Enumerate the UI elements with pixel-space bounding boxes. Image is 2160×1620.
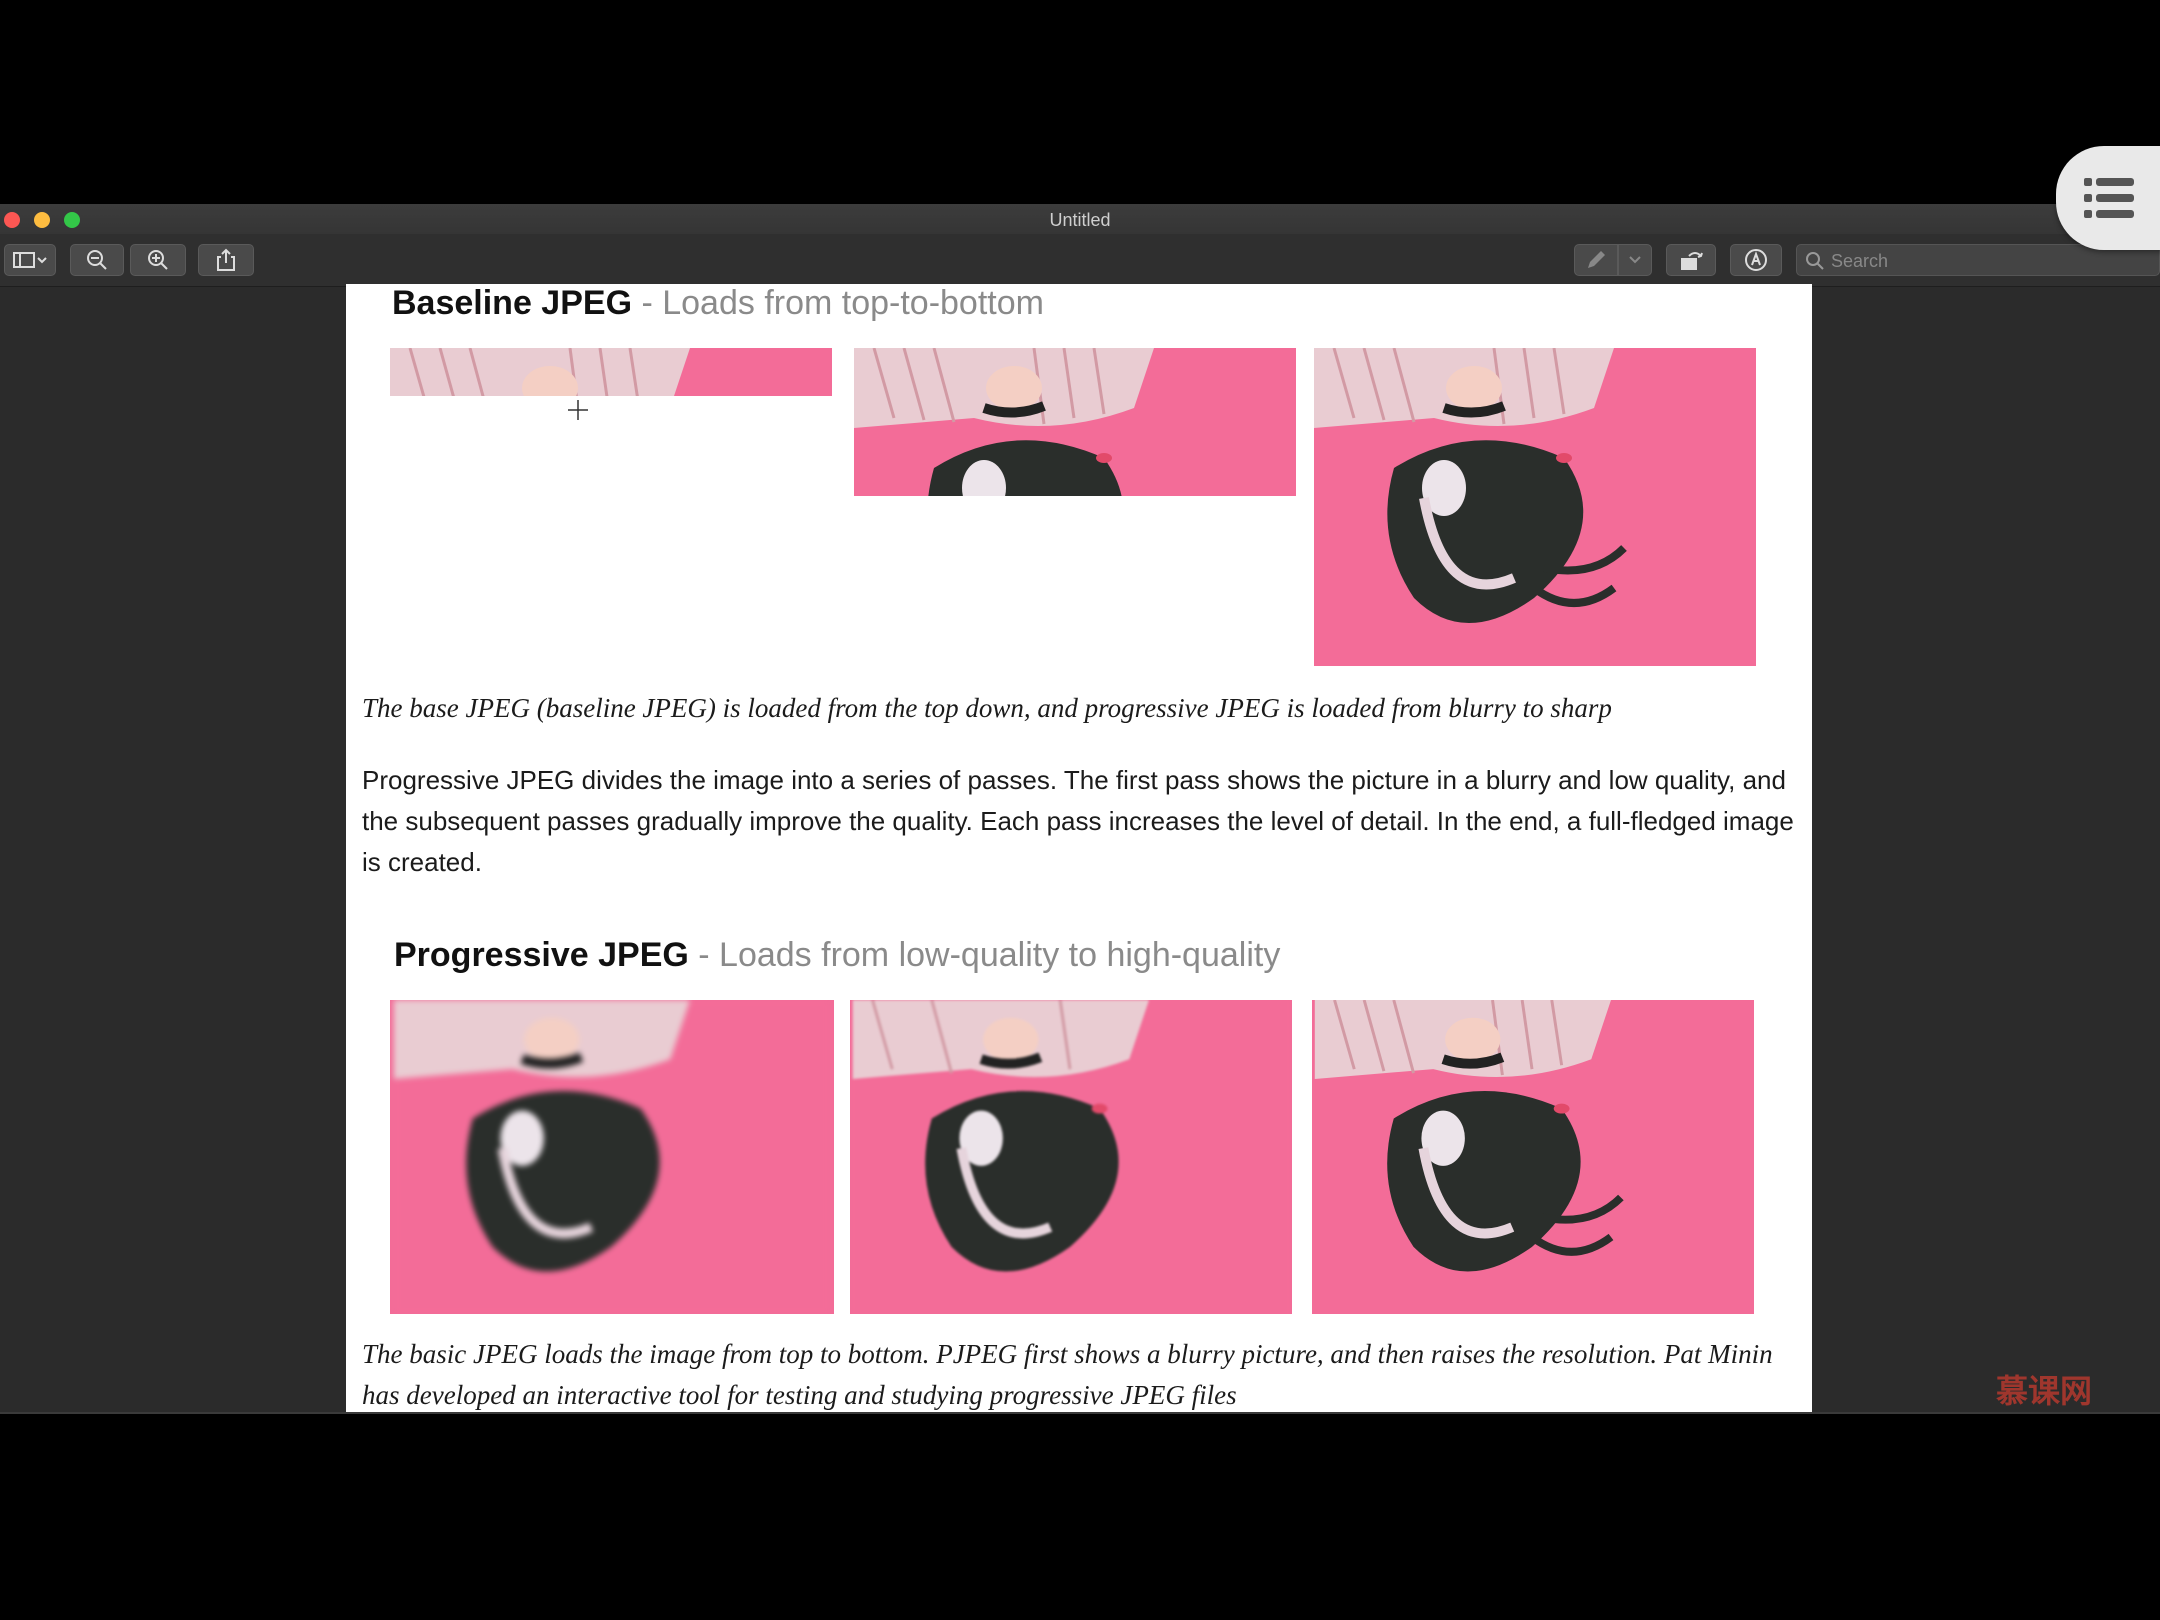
chevron-down-icon <box>1629 256 1641 264</box>
rotate-icon <box>1681 252 1703 270</box>
progressive-image-pass-1 <box>390 1000 834 1314</box>
share-icon <box>217 248 235 271</box>
baseline-title: Baseline JPEG <box>392 284 633 322</box>
baseline-image-pass-1 <box>390 348 832 396</box>
search-input[interactable] <box>1829 245 2133 277</box>
sidebar-icon <box>13 252 47 268</box>
zoom-out-button[interactable] <box>70 244 124 276</box>
baseline-image-pass-3 <box>1314 348 1756 666</box>
window-bottom-edge <box>0 1412 2160 1414</box>
sidebar-toggle-button[interactable] <box>4 244 56 276</box>
progressive-caption: The basic JPEG loads the image from top … <box>362 1339 1773 1410</box>
markup-toolbar-button[interactable] <box>1730 244 1782 276</box>
baseline-caption: The base JPEG (baseline JPEG) is loaded … <box>362 693 1612 723</box>
search-icon <box>1806 252 1824 270</box>
baseline-image-pass-2 <box>854 348 1296 496</box>
crosshair-cursor-icon <box>568 400 588 420</box>
rotate-button[interactable] <box>1666 244 1716 276</box>
zoom-in-icon <box>148 250 168 270</box>
document-page[interactable]: Baseline JPEG - Loads from top-to-bottom <box>346 284 1812 1412</box>
progressive-subtitle: - Loads from low-quality to high-quality <box>688 936 1281 974</box>
baseline-jpeg-heading: Baseline JPEG - Loads from top-to-bottom <box>392 284 1044 323</box>
markup-pen-menu-button[interactable] <box>1618 244 1652 276</box>
baseline-subtitle: - Loads from top-to-bottom <box>632 284 1044 322</box>
list-menu-icon <box>2084 178 2134 218</box>
markup-pen-button[interactable] <box>1574 244 1618 276</box>
progressive-image-pass-2 <box>850 1000 1292 1314</box>
toolbar <box>0 234 2160 287</box>
share-button[interactable] <box>198 244 254 276</box>
progressive-image-pass-3 <box>1312 1000 1754 1314</box>
pen-icon <box>1588 251 1605 268</box>
progressive-jpeg-heading: Progressive JPEG - Loads from low-qualit… <box>394 936 1280 975</box>
title-bar[interactable]: Untitled <box>0 204 2160 234</box>
zoom-out-icon <box>87 250 107 270</box>
floating-menu-button[interactable] <box>2056 146 2160 250</box>
window-title: Untitled <box>1049 210 1111 230</box>
zoom-in-button[interactable] <box>130 244 186 276</box>
progressive-title: Progressive JPEG <box>394 936 689 974</box>
markup-icon <box>1745 249 1767 271</box>
watermark-logo: 慕课网 <box>1996 1373 2093 1409</box>
body-paragraph: Progressive JPEG divides the image into … <box>362 765 1794 877</box>
